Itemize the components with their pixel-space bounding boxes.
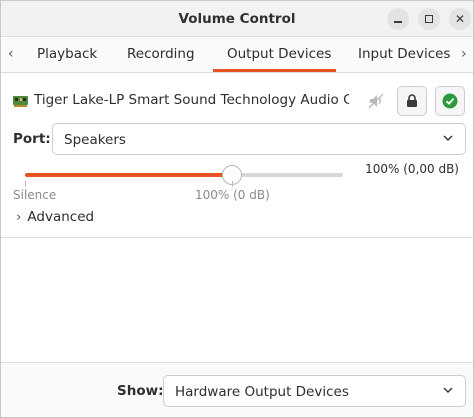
tab-output-devices[interactable]: Output Devices xyxy=(227,46,331,62)
tab-recording[interactable]: Recording xyxy=(127,46,195,62)
port-select[interactable]: Speakers xyxy=(52,123,466,155)
close-icon: ✕ xyxy=(454,12,466,26)
tab-scroll-left-icon[interactable]: ‹ xyxy=(8,46,14,62)
close-button[interactable]: ✕ xyxy=(449,8,471,30)
show-label: Show: xyxy=(117,383,164,399)
show-select[interactable]: Hardware Output Devices xyxy=(163,375,466,407)
speaker-muted-icon[interactable] xyxy=(368,93,384,109)
volume-control-window: Volume Control ✕ ‹ Playback Recording Ou… xyxy=(0,0,474,418)
chevron-down-icon xyxy=(443,387,453,394)
chevron-down-icon xyxy=(443,135,453,142)
device-name: Tiger Lake-LP Smart Sound Technology Aud… xyxy=(34,92,349,108)
lock-icon xyxy=(407,94,417,107)
volume-slider-track[interactable] xyxy=(25,173,343,177)
volume-slider-fill xyxy=(25,173,232,177)
maximize-button[interactable] xyxy=(418,8,440,30)
title-bar[interactable]: Volume Control ✕ xyxy=(1,1,473,37)
advanced-expander[interactable]: › Advanced xyxy=(16,209,94,225)
minimize-button[interactable] xyxy=(387,8,409,30)
set-default-button[interactable] xyxy=(435,86,465,116)
maximize-icon xyxy=(425,15,433,23)
show-select-value: Hardware Output Devices xyxy=(175,384,349,400)
advanced-label: Advanced xyxy=(27,209,95,225)
silence-mark xyxy=(25,181,26,187)
port-label: Port: xyxy=(13,131,51,147)
minimize-icon xyxy=(394,21,402,23)
device-separator xyxy=(1,237,473,238)
tab-input-devices[interactable]: Input Devices xyxy=(358,46,450,62)
active-tab-indicator xyxy=(213,69,336,72)
port-select-value: Speakers xyxy=(64,132,126,148)
soundcard-icon xyxy=(13,96,28,107)
check-circle-icon xyxy=(442,93,458,109)
lock-channels-button[interactable] xyxy=(397,86,427,116)
tab-scroll-right-icon[interactable]: › xyxy=(461,46,467,62)
tab-playback[interactable]: Playback xyxy=(37,46,97,62)
volume-value-label: 100% (0,00 dB) xyxy=(365,162,459,176)
silence-label: Silence xyxy=(13,188,57,202)
tab-bar: ‹ Playback Recording Output Devices Inpu… xyxy=(1,38,473,73)
hundred-percent-label: 100% (0 dB) xyxy=(195,188,270,202)
chevron-right-icon: › xyxy=(16,209,22,225)
hundred-percent-mark xyxy=(232,181,233,187)
